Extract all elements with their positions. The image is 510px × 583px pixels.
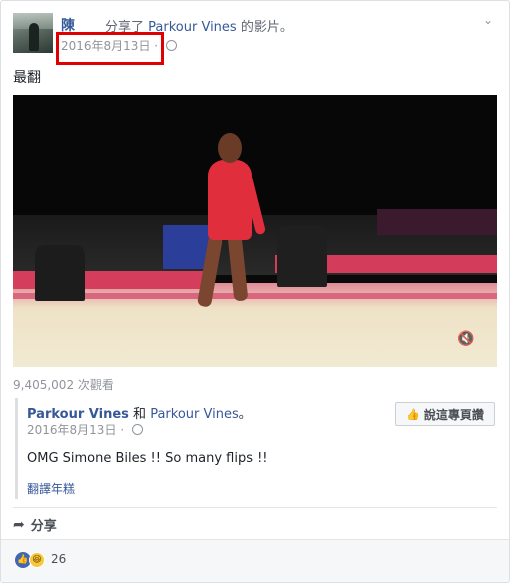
share-arrow-icon: ➦ [13,516,25,533]
original-page-line: Parkour Vines 和 Parkour Vines。 [27,403,252,422]
video-cameraman [277,225,327,287]
share-button[interactable]: ➦ 分享 [13,515,57,535]
original-date[interactable]: 2016年8月13日 [27,423,116,437]
like-page-button[interactable]: 👍 說這專頁讚 [395,402,495,426]
globe-icon [131,424,143,435]
post-card: 陳 分享了 Parkour Vines 的影片。 ⌄ 2016年8月13日 · … [0,0,510,583]
video-scoreboard [377,209,497,235]
shared-suffix: 的影片。 [240,20,293,35]
post-text: 最翻 [13,70,41,86]
divider [13,507,497,508]
original-separator: · [120,423,125,437]
original-suffix: 。 [238,407,252,422]
video-floorline [13,293,497,299]
video-cameraman [35,245,85,301]
original-meta: 2016年8月13日 · [27,421,143,438]
original-page-link-2[interactable]: Parkour Vines [150,407,239,422]
reactions-bar: 👍 😆 26 [1,539,509,582]
mute-icon[interactable]: 🔇 [457,331,474,347]
original-text: OMG Simone Biles !! So many flips !! [27,451,268,466]
like-page-label: 說這專頁讚 [423,407,484,422]
video-player[interactable]: 🔇 [13,95,497,367]
date-highlight-box [56,32,164,65]
translate-link[interactable]: 翻譯年糕 [27,480,75,497]
original-page-link[interactable]: Parkour Vines [27,407,129,422]
globe-icon [165,40,177,51]
chevron-down-icon[interactable]: ⌄ [483,13,493,27]
reaction-count[interactable]: 26 [51,552,66,566]
original-conjunction: 和 [133,407,147,422]
video-gymnast-body [208,160,252,240]
quote-border [15,398,18,499]
video-gymnast-head [218,133,242,163]
thumb-up-icon: 👍 [406,407,420,421]
avatar[interactable] [13,13,53,53]
haha-reaction-icon[interactable]: 😆 [29,552,45,568]
share-label: 分享 [30,519,57,534]
view-count: 9,405,002 次觀看 [13,378,114,392]
avatar-figure [29,23,39,51]
